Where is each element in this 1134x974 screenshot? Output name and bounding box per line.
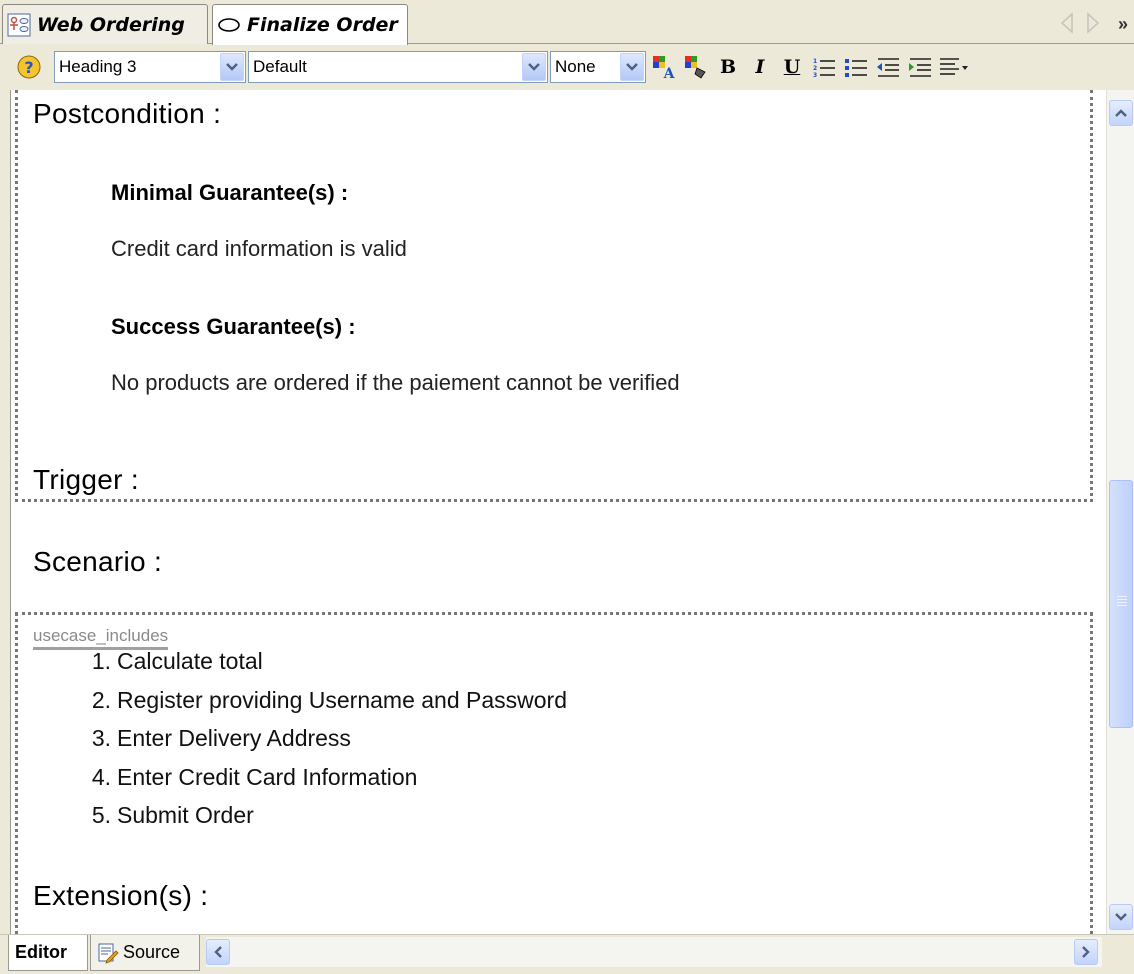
font-size-value: None <box>555 57 596 76</box>
trigger-heading: Trigger : <box>33 464 139 495</box>
tab-label: Web Ordering <box>37 13 185 36</box>
usecase-includes-tag: usecase_includes <box>33 626 169 650</box>
paragraph-style-select[interactable]: Heading 3 <box>54 51 246 83</box>
decrease-indent-icon[interactable] <box>872 51 904 83</box>
svg-text:2: 2 <box>813 65 817 72</box>
list-item: 3. Enter Delivery Address <box>91 725 351 751</box>
editor-area[interactable]: Postcondition : Minimal Guarantee(s) : C… <box>10 90 1107 934</box>
minimal-guarantee-heading: Minimal Guarantee(s) : <box>111 180 349 205</box>
scroll-left-button[interactable] <box>206 939 230 965</box>
chevron-right-icon <box>1082 946 1090 958</box>
tab-label: Finalize Order <box>247 14 398 36</box>
format-toolbar: ? Heading 3 Default None A B I U 1 2 3 <box>0 44 1134 90</box>
chevron-down-icon[interactable] <box>620 53 644 81</box>
scroll-up-button[interactable] <box>1109 100 1133 126</box>
tab-source[interactable]: Source <box>90 935 200 971</box>
tab-editor[interactable]: Editor <box>8 935 88 971</box>
minimal-guarantee-text: Credit card information is valid <box>111 236 407 261</box>
vertical-scrollbar[interactable] <box>1106 90 1134 934</box>
text-color-icon[interactable]: A <box>648 51 680 83</box>
view-tab-bar: Editor Source <box>0 934 1134 974</box>
align-dropdown-icon[interactable] <box>936 51 972 83</box>
svg-text:?: ? <box>24 58 33 77</box>
diagram-icon <box>7 13 31 37</box>
editor-tab-strip: Web Ordering Finalize Order » <box>0 0 1134 45</box>
bold-button[interactable]: B <box>712 51 744 83</box>
list-item: 2. Register providing Username and Passwo… <box>91 686 567 713</box>
scroll-tabs-left-icon[interactable] <box>1060 12 1074 34</box>
chevron-down-icon[interactable] <box>220 53 244 81</box>
scenario-steps: 1. Calculate total 2. Register providing U… <box>75 648 567 841</box>
success-guarantee-text: No products are ordered if the paiement … <box>111 370 680 395</box>
paragraph-style-value: Heading 3 <box>59 57 137 76</box>
style-assistant-icon[interactable]: ? <box>14 52 44 82</box>
chevron-up-icon <box>1115 109 1127 117</box>
font-family-select[interactable]: Default <box>248 51 548 83</box>
postcondition-heading: Postcondition : <box>33 98 222 129</box>
scroll-tabs-right-icon[interactable] <box>1086 12 1100 34</box>
tab-finalize-order[interactable]: Finalize Order <box>212 4 408 45</box>
font-size-select[interactable]: None <box>550 51 646 83</box>
bullet-list-icon[interactable] <box>840 51 872 83</box>
tab-label: Editor <box>15 942 67 962</box>
section-frame <box>15 90 1093 502</box>
highlight-color-icon[interactable] <box>680 51 712 83</box>
scroll-thumb[interactable] <box>1109 480 1133 728</box>
chevron-left-icon <box>214 946 222 958</box>
svg-text:3: 3 <box>813 72 817 78</box>
font-family-value: Default <box>253 57 307 76</box>
numbered-list-icon[interactable]: 1 2 3 <box>808 51 840 83</box>
more-tabs-icon[interactable]: » <box>1118 14 1128 35</box>
scenario-heading: Scenario : <box>33 546 163 577</box>
svg-text:A: A <box>663 66 676 80</box>
chevron-down-icon <box>1115 913 1127 921</box>
horizontal-scrollbar[interactable] <box>206 937 1102 967</box>
list-item: 4. Enter Credit Card Information <box>91 763 418 790</box>
scroll-down-button[interactable] <box>1109 904 1133 930</box>
tab-label: Source <box>123 942 181 962</box>
extension-heading: Extension(s) : <box>33 880 209 911</box>
usecase-ellipse-icon <box>217 13 241 37</box>
italic-button[interactable]: I <box>744 51 776 83</box>
increase-indent-icon[interactable] <box>904 51 936 83</box>
list-item: 1. Calculate total <box>91 648 263 674</box>
list-item: 5. Submit Order <box>91 802 254 828</box>
scroll-right-button[interactable] <box>1074 939 1098 965</box>
chevron-down-icon[interactable] <box>522 53 546 81</box>
tab-web-ordering[interactable]: Web Ordering <box>2 4 208 44</box>
tab-navigation <box>1060 12 1100 34</box>
underline-button[interactable]: U <box>776 51 808 83</box>
success-guarantee-heading: Success Guarantee(s) : <box>111 314 356 339</box>
svg-text:1: 1 <box>813 58 817 65</box>
source-edit-icon <box>97 942 119 964</box>
